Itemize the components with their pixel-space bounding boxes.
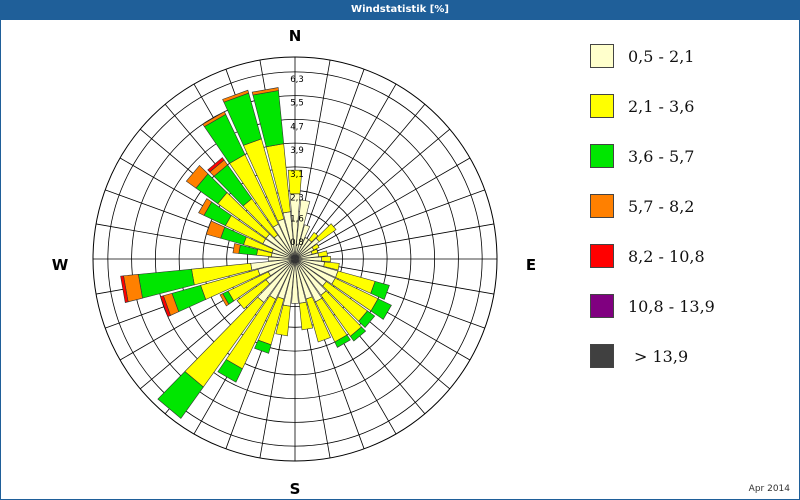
- ring-label: 4,7: [290, 122, 304, 132]
- ring-label: 6,3: [290, 75, 304, 85]
- legend-item: 5,7 - 8,2: [590, 194, 780, 220]
- ring-label: 0,8: [290, 238, 304, 248]
- ring-label: 3,9: [290, 146, 304, 156]
- sector-bar-280-class-3: [232, 243, 241, 254]
- compass-north: N: [289, 27, 302, 45]
- ring-label: 3,1: [290, 170, 304, 180]
- legend-swatch: [590, 194, 614, 218]
- ring-label: 2,3: [290, 194, 304, 204]
- sector-bar-90-class-1: [321, 255, 331, 263]
- legend-label: > 13,9: [634, 347, 689, 366]
- legend-label: 0,5 - 2,1: [628, 47, 695, 66]
- compass-south: S: [290, 480, 301, 497]
- legend-swatch: [590, 44, 614, 68]
- footer-date: Apr 2014: [748, 484, 790, 494]
- legend-item: 2,1 - 3,6: [590, 94, 780, 120]
- legend-item: 10,8 - 13,9: [590, 294, 780, 320]
- legend-label: 10,8 - 13,9: [628, 297, 715, 316]
- legend-label: 5,7 - 8,2: [628, 197, 695, 216]
- legend-swatch: [590, 344, 614, 368]
- legend-swatch: [590, 144, 614, 168]
- window-title: Windstatistik [%]: [0, 0, 800, 19]
- legend-swatch: [590, 244, 614, 268]
- legend-item: 3,6 - 5,7: [590, 144, 780, 170]
- legend-swatch: [590, 94, 614, 118]
- legend-item: 8,2 - 10,8: [590, 244, 780, 270]
- legend-item: > 13,9: [590, 344, 780, 370]
- ring-label: 1,6: [290, 214, 304, 224]
- ring-label: 5,5: [290, 99, 304, 109]
- compass-east: E: [526, 256, 536, 274]
- legend-label: 2,1 - 3,6: [628, 97, 695, 116]
- legend-label: 8,2 - 10,8: [628, 247, 705, 266]
- legend-item: 0,5 - 2,1: [590, 44, 780, 70]
- compass-west: W: [52, 256, 69, 274]
- legend-swatch: [590, 294, 614, 318]
- legend-label: 3,6 - 5,7: [628, 147, 695, 166]
